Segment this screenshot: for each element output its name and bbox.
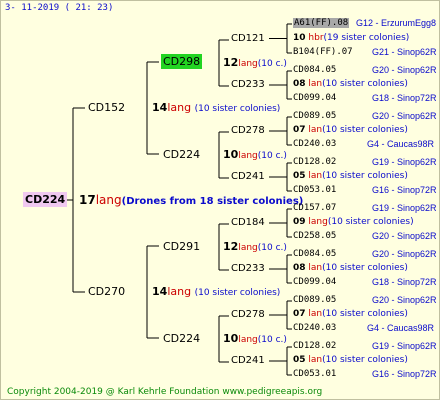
gen3-lang: lang [238, 151, 258, 161]
gen3-node: CD298 [161, 54, 203, 69]
gen3-note: (10 c.) [257, 243, 287, 253]
gen3-note: (10 c.) [257, 151, 287, 161]
gen5-node-info: G19 - Sinop62R [372, 157, 437, 167]
gen4-annotation: 07 lan(10 sister colonies) [293, 125, 408, 135]
gen5-node-name: CD157.07 [293, 203, 337, 213]
gen3-num: 12 [223, 240, 239, 253]
gen5-node-name: CD128.02 [293, 157, 337, 167]
gen4-annotation: 05 lan(10 sister colonies) [293, 171, 408, 181]
gen2-node-name: CD270 [88, 285, 126, 298]
gen3-annotation: 10lang(10 c.) [223, 333, 287, 345]
gen3-note: (10 c.) [257, 335, 287, 345]
gen3-num: 12 [223, 56, 239, 69]
root-node: CD224 [23, 192, 68, 207]
gen5-node-info: G4 - Caucas98R [367, 323, 435, 333]
gen5-node-name: CD084.05 [293, 249, 337, 259]
gen4-annotation: 10 hbr(19 sister colonies) [293, 33, 410, 43]
gen5-node-name: CD240.03 [293, 323, 337, 333]
gen5-node-name: CD089.05 [293, 111, 337, 121]
gen5-node-info: G21 - Sinop62R [372, 47, 437, 57]
gen5-node-info: G20 - Sinop62R [372, 249, 437, 259]
gen5-node-name: CD099.04 [293, 93, 337, 103]
gen4-node-name: CD241 [231, 171, 265, 182]
gen3-num: 10 [223, 332, 239, 345]
date-stamp: 3- 11-2019 ( 21: 23) [5, 3, 114, 13]
gen3-name-highlighted: CD298 [161, 54, 203, 69]
gen4-annotation: 07 lan(10 sister colonies) [293, 309, 408, 319]
root-note: (Drones from 18 sister colonies) [121, 196, 304, 207]
gen3-lang: lang [238, 335, 258, 345]
gen3-node-name: CD224 [163, 148, 201, 161]
gen2-num: 14 [152, 101, 168, 114]
pedigree-frame: 3- 11-2019 ( 21: 23) CD224 17lang(Drones… [0, 0, 440, 400]
gen2-annotation: 14lang (10 sister colonies) [152, 102, 280, 114]
gen5-node-info: G20 - Sinop62R [372, 111, 437, 121]
gen5-node-info: G19 - Sinop62R [372, 341, 437, 351]
gen2-annotation: 14lang (10 sister colonies) [152, 286, 280, 298]
gen5-node-name: CD258.05 [293, 231, 337, 241]
root-name: CD224 [23, 192, 68, 207]
root-num: 17 [79, 193, 96, 207]
gen2-note: (10 sister colonies) [194, 104, 281, 114]
gen4-node-name: CD233 [231, 263, 265, 274]
gen2-lang: lang [167, 285, 192, 298]
gen5-node-info: G20 - Sinop62R [372, 231, 437, 241]
gen5-node-name: CD089.05 [293, 295, 337, 305]
gen4-node-name: CD184 [231, 217, 265, 228]
gen3-node-name: CD291 [163, 240, 201, 253]
gen4-node-name: CD278 [231, 309, 265, 320]
gen3-note: (10 c.) [257, 59, 287, 69]
gen3-annotation: 12lang(10 c.) [223, 241, 287, 253]
gen3-annotation: 12lang(10 c.) [223, 57, 287, 69]
gen5-node-info: G19 - Sinop62R [372, 203, 437, 213]
gen3-annotation: 10lang(10 c.) [223, 149, 287, 161]
footer-copyright: Copyright 2004-2019 @ Karl Kehrle Founda… [7, 387, 323, 397]
gen5-node-name: A61(FF).08 [293, 18, 350, 28]
gen2-lang: lang [167, 101, 192, 114]
gen5-node-name: CD053.01 [293, 185, 337, 195]
gen4-annotation: 05 lan(10 sister colonies) [293, 355, 408, 365]
gen4-node-name: CD241 [231, 355, 265, 366]
gen3-lang: lang [238, 59, 258, 69]
root-annotation: 17lang(Drones from 18 sister colonies) [79, 194, 303, 207]
gen5-node-info: G20 - Sinop62R [372, 295, 437, 305]
gen4-node-name: CD121 [231, 33, 265, 44]
gen5-node-name: CD099.04 [293, 277, 337, 287]
gen4-annotation: 09 lang(10 sister colonies) [293, 217, 414, 227]
gen4-node-name: CD278 [231, 125, 265, 136]
gen5-node-name: CD053.01 [293, 369, 337, 379]
gen3-lang: lang [238, 243, 258, 253]
gen2-node-name: CD152 [88, 101, 126, 114]
gen5-node-name: B104(FF).07 [293, 47, 353, 57]
gen5-node-name: CD084.05 [293, 65, 337, 75]
gen4-annotation: 08 lan(10 sister colonies) [293, 263, 408, 273]
gen5-node-info: G16 - Sinop72R [372, 369, 437, 379]
gen4-annotation: 08 lan(10 sister colonies) [293, 79, 408, 89]
gen2-num: 14 [152, 285, 168, 298]
gen5-node-info: G18 - Sinop72R [372, 277, 437, 287]
gen3-node-name: CD224 [163, 332, 201, 345]
gen5-node-info: G4 - Caucas98R [367, 139, 435, 149]
gen3-num: 10 [223, 148, 239, 161]
gen5-node-info: G16 - Sinop72R [372, 185, 437, 195]
gen5-node-info: G12 - ErzurumEgg8 [356, 18, 437, 28]
gen5-node-info: G20 - Sinop62R [372, 65, 437, 75]
root-lang: lang [95, 193, 122, 207]
gen5-node-name: CD240.03 [293, 139, 337, 149]
gen5-node-name: CD128.02 [293, 341, 337, 351]
gen4-node-name: CD233 [231, 79, 265, 90]
gen5-node-info: G18 - Sinop72R [372, 93, 437, 103]
gen2-note: (10 sister colonies) [194, 288, 281, 298]
